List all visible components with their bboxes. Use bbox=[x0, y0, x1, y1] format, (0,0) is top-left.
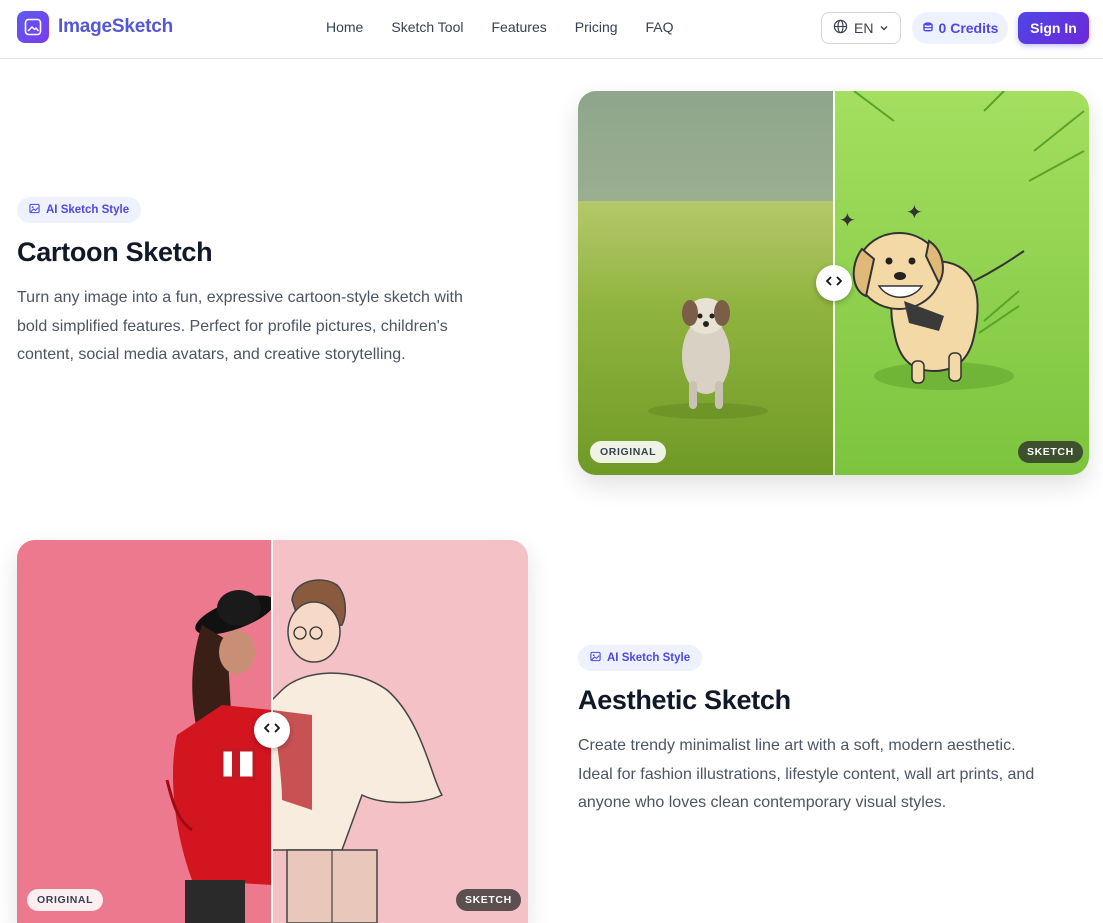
coins-icon bbox=[922, 20, 934, 36]
style-badge-label: AI Sketch Style bbox=[607, 652, 691, 664]
compare-handle[interactable] bbox=[816, 265, 852, 301]
style-badge: AI Sketch Style bbox=[578, 645, 703, 671]
language-label: EN bbox=[854, 20, 874, 36]
nav-sketch-tool[interactable]: Sketch Tool bbox=[377, 19, 477, 35]
credits-badge[interactable]: 0 Credits bbox=[912, 12, 1008, 44]
original-label: ORIGINAL bbox=[590, 441, 667, 463]
chevrons-left-right-icon bbox=[264, 721, 280, 739]
description-line: bold simplified features. Perfect for pr… bbox=[17, 317, 448, 335]
before-after-compare-aesthetic[interactable]: ORIGINAL SKETCH bbox=[17, 540, 528, 923]
sketch-result bbox=[271, 540, 528, 923]
original-label: ORIGINAL bbox=[27, 889, 104, 911]
section-description: Create trendy minimalist line art with a… bbox=[578, 732, 1093, 818]
style-badge-label: AI Sketch Style bbox=[46, 204, 130, 216]
brand-name: ImageSketch bbox=[58, 16, 174, 37]
svg-text:✦: ✦ bbox=[839, 208, 856, 232]
sketch-label: SKETCH bbox=[1018, 441, 1083, 463]
svg-text:✦: ✦ bbox=[906, 200, 923, 224]
nav-features[interactable]: Features bbox=[477, 19, 560, 35]
section-title: Aesthetic Sketch bbox=[578, 685, 791, 715]
original-photo bbox=[17, 540, 275, 923]
description-line: Turn any image into a fun, expressive ca… bbox=[17, 289, 463, 306]
description-line: Create trendy minimalist line art with a… bbox=[578, 737, 1016, 754]
chevrons-left-right-icon bbox=[826, 274, 842, 292]
style-badge: AI Sketch Style bbox=[17, 197, 142, 223]
description-line: content, social media avatars, and creat… bbox=[17, 346, 406, 363]
image-icon bbox=[590, 651, 601, 665]
sign-in-button[interactable]: Sign In bbox=[1018, 12, 1089, 44]
description-line: Ideal for fashion illustrations, lifesty… bbox=[578, 765, 1035, 783]
image-icon bbox=[29, 203, 40, 217]
nav-pricing[interactable]: Pricing bbox=[561, 19, 632, 35]
main-nav: Home Sketch Tool Features Pricing FAQ bbox=[312, 19, 688, 35]
credits-label: 0 Credits bbox=[938, 20, 999, 36]
section-description: Turn any image into a fun, expressive ca… bbox=[17, 284, 537, 370]
chevron-down-icon bbox=[879, 20, 889, 36]
nav-home[interactable]: Home bbox=[312, 19, 377, 35]
section-title: Cartoon Sketch bbox=[17, 237, 213, 267]
before-after-compare-cartoon[interactable]: ✦ ✦ ORIGINAL SKETCH bbox=[578, 91, 1089, 475]
globe-icon bbox=[833, 19, 848, 37]
compare-handle[interactable] bbox=[254, 712, 290, 748]
sketch-label: SKETCH bbox=[456, 889, 521, 911]
site-header: ImageSketch Home Sketch Tool Features Pr… bbox=[0, 0, 1103, 59]
nav-faq[interactable]: FAQ bbox=[632, 19, 688, 35]
language-selector[interactable]: EN bbox=[821, 12, 901, 44]
sketch-result: ✦ ✦ bbox=[834, 91, 1089, 475]
brand-logo[interactable]: ImageSketch bbox=[17, 11, 173, 43]
original-photo bbox=[578, 91, 834, 475]
image-logo-icon bbox=[17, 11, 49, 43]
description-line: anyone who loves clean contemporary visu… bbox=[578, 794, 947, 811]
